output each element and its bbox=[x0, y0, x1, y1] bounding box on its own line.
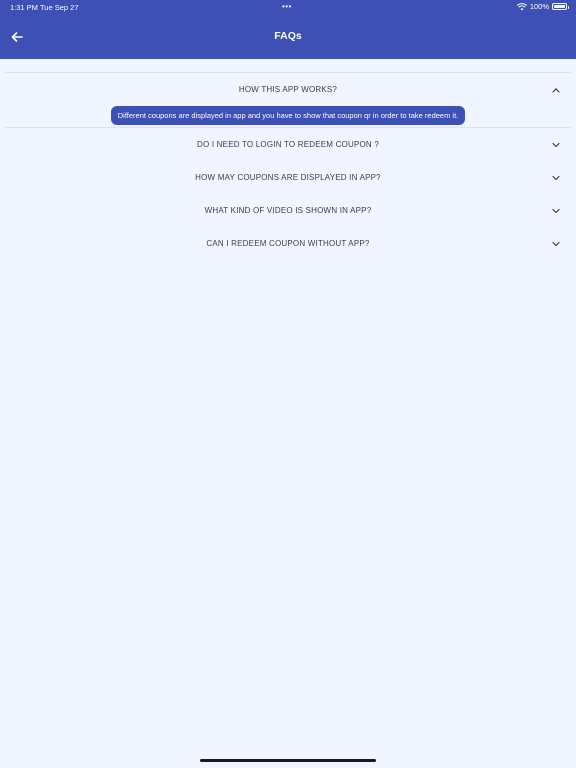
faq-list: HOW THIS APP WORKS? Different coupons ar… bbox=[5, 72, 571, 260]
chevron-down-icon[interactable] bbox=[551, 140, 561, 150]
faq-question-text: CAN I REDEEM COUPON WITHOUT APP? bbox=[206, 239, 370, 248]
status-time: 1:31 PM bbox=[10, 3, 38, 12]
faq-question[interactable]: HOW THIS APP WORKS? bbox=[5, 73, 571, 106]
wifi-icon bbox=[516, 2, 527, 11]
app-header: 1:31 PM Tue Sep 27 ••• 100% FAQs bbox=[0, 0, 576, 59]
faq-item-redeem-without-app: CAN I REDEEM COUPON WITHOUT APP? bbox=[5, 227, 571, 260]
faq-question[interactable]: HOW MAY COUPONS ARE DISPLAYED IN APP? bbox=[5, 161, 571, 194]
status-right: 100% bbox=[516, 2, 569, 11]
home-indicator[interactable] bbox=[200, 759, 376, 762]
page-title: FAQs bbox=[274, 30, 302, 42]
faq-question-text: DO I NEED TO LOGIN TO REDEEM COUPON ? bbox=[197, 140, 379, 149]
multitasking-dots[interactable]: ••• bbox=[282, 2, 292, 11]
faq-item-login: DO I NEED TO LOGIN TO REDEEM COUPON ? bbox=[5, 128, 571, 161]
faq-question[interactable]: CAN I REDEEM COUPON WITHOUT APP? bbox=[5, 227, 571, 260]
battery-percent: 100% bbox=[529, 2, 549, 11]
faq-answer: Different coupons are displayed in app a… bbox=[5, 106, 571, 127]
faq-question-text: HOW MAY COUPONS ARE DISPLAYED IN APP? bbox=[195, 173, 381, 182]
battery-icon bbox=[552, 3, 569, 10]
faq-item-how-app-works: HOW THIS APP WORKS? Different coupons ar… bbox=[5, 73, 571, 127]
faq-item-video-kind: WHAT KIND OF VIDEO IS SHOWN IN APP? bbox=[5, 194, 571, 227]
chevron-down-icon[interactable] bbox=[551, 173, 561, 183]
faq-question-text: WHAT KIND OF VIDEO IS SHOWN IN APP? bbox=[204, 206, 372, 215]
faq-item-coupons-displayed: HOW MAY COUPONS ARE DISPLAYED IN APP? bbox=[5, 161, 571, 194]
chevron-up-icon[interactable] bbox=[551, 85, 561, 95]
faq-question[interactable]: WHAT KIND OF VIDEO IS SHOWN IN APP? bbox=[5, 194, 571, 227]
chevron-down-icon[interactable] bbox=[551, 239, 561, 249]
status-bar: 1:31 PM Tue Sep 27 ••• 100% bbox=[0, 0, 576, 14]
faq-question[interactable]: DO I NEED TO LOGIN TO REDEEM COUPON ? bbox=[5, 128, 571, 161]
faq-answer-text: Different coupons are displayed in app a… bbox=[110, 106, 466, 125]
chevron-down-icon[interactable] bbox=[551, 206, 561, 216]
status-date: Tue Sep 27 bbox=[40, 3, 79, 12]
faq-question-text: HOW THIS APP WORKS? bbox=[238, 85, 338, 94]
